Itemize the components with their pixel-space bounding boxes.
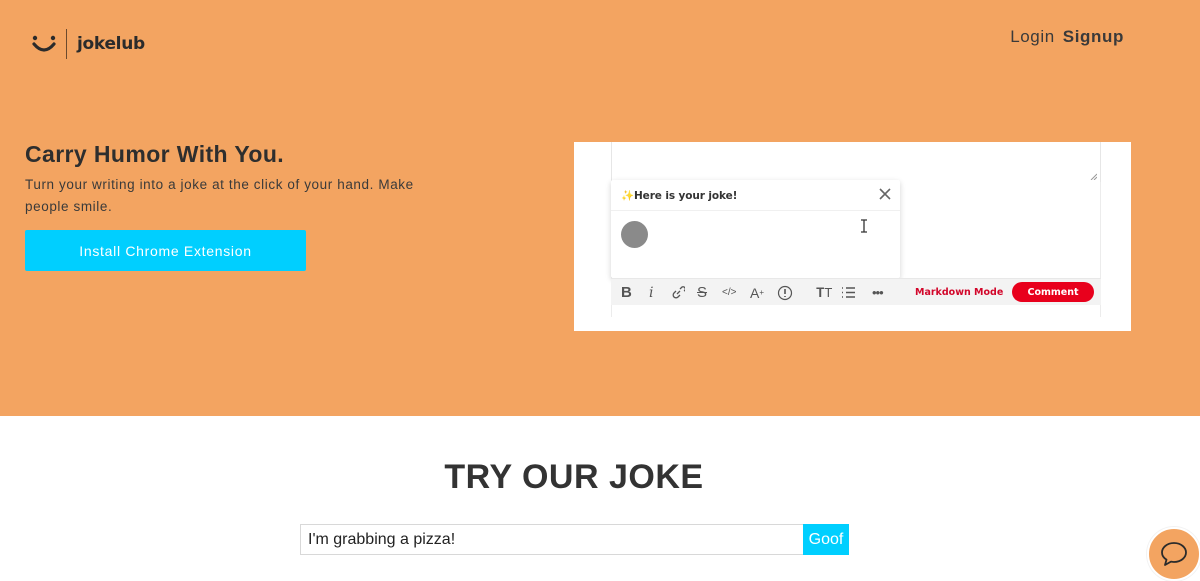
demo-comment-button: Comment	[1012, 282, 1094, 302]
hero-section: jokelub Login Signup Carry Humor With Yo…	[0, 0, 1200, 416]
signup-link[interactable]: Signup	[1063, 27, 1124, 47]
hero-headline: Carry Humor With You.	[25, 141, 285, 167]
joke-input[interactable]	[300, 524, 803, 555]
goof-button[interactable]: Goof	[803, 524, 849, 555]
avatar	[621, 221, 648, 248]
sparkle-icon: ✨	[621, 190, 634, 202]
close-icon	[879, 188, 891, 200]
code-icon: </>	[722, 287, 737, 298]
popup-title: ✨Here is your joke!	[621, 190, 738, 202]
list-icon	[841, 284, 856, 301]
markdown-mode-label: Markdown Mode	[915, 287, 1004, 298]
font-size-icon: A +	[750, 284, 765, 301]
try-section-title: TRY OUR JOKE	[444, 458, 704, 496]
hero-subheadline: Turn your writing into a joke at the cli…	[25, 177, 414, 214]
demo-textarea	[611, 142, 1101, 182]
smile-icon	[30, 30, 58, 58]
spoiler-icon	[777, 284, 793, 301]
demo-screenshot: ✨Here is your joke! B i S </> A + 𝐓T •••…	[574, 142, 1131, 331]
brand-name: jokelub	[77, 34, 145, 54]
chat-button[interactable]	[1147, 527, 1200, 581]
popup-divider	[611, 210, 900, 211]
login-link[interactable]: Login	[1010, 27, 1055, 47]
joke-popup: ✨Here is your joke!	[611, 180, 900, 278]
bold-icon: B	[621, 284, 632, 301]
text-cursor-icon	[861, 219, 867, 233]
demo-toolbar: B i S </> A + 𝐓T ••• Markdown Mode Commen…	[611, 278, 1101, 305]
heading-icon: 𝐓T	[816, 284, 833, 300]
top-nav: Login Signup	[1010, 27, 1124, 47]
resize-handle-icon	[1090, 173, 1097, 180]
strikethrough-icon: S	[697, 284, 708, 301]
italic-icon: i	[649, 284, 654, 301]
install-extension-button[interactable]: Install Chrome Extension	[25, 230, 306, 271]
chat-bubble-icon	[1161, 542, 1187, 566]
more-icon: •••	[872, 285, 884, 300]
logo-divider	[66, 29, 67, 59]
brand-logo[interactable]: jokelub	[30, 28, 145, 60]
link-icon	[671, 284, 685, 301]
